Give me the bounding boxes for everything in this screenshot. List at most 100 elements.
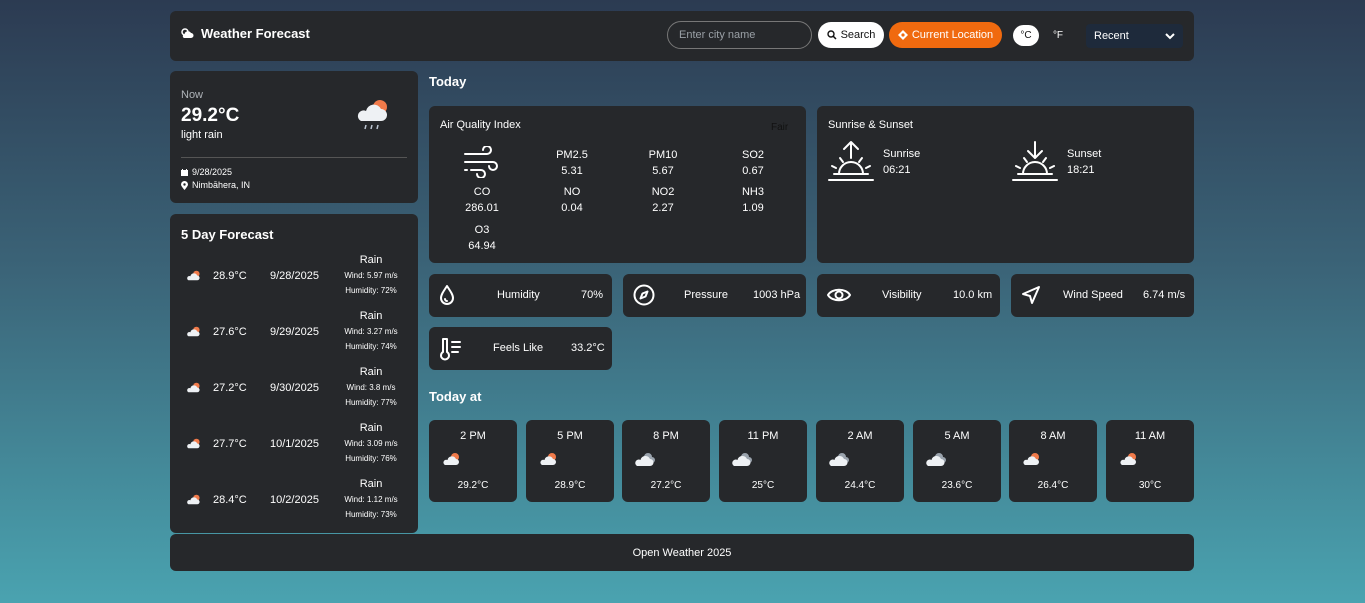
visibility-card: Visibility 10.0 km bbox=[817, 274, 1000, 317]
forecast-temp: 27.6°C bbox=[213, 326, 247, 338]
date-row: 9/28/2025 bbox=[181, 167, 232, 177]
aqi-item: PM2.5 5.31 bbox=[542, 147, 602, 179]
wind-speed-card: Wind Speed 6.74 m/s bbox=[1011, 274, 1194, 317]
footer-text: Open Weather 2025 bbox=[632, 546, 732, 559]
forecast-wind: Wind: 3.27 m/s bbox=[344, 327, 398, 336]
fahrenheit-toggle[interactable]: °F bbox=[1047, 25, 1069, 46]
forecast-row: 27.6°C 9/29/2025 Rain Wind: 3.27 m/s Humidit… bbox=[170, 308, 418, 364]
header-bar: Weather Forecast Search Current Location… bbox=[170, 11, 1194, 61]
forecast-date: 9/29/2025 bbox=[270, 326, 319, 338]
humidity-label: Humidity bbox=[497, 289, 540, 301]
sun-cloud-icon bbox=[1119, 451, 1139, 467]
search-button[interactable]: Search bbox=[818, 22, 884, 48]
hour-temp: 24.4°C bbox=[844, 480, 876, 491]
sunrise-sunset-card: Sunrise & Sunset Sunrise 06:21 Sunset 18… bbox=[817, 106, 1194, 263]
hour-time: 2 AM bbox=[847, 430, 873, 442]
hour-temp: 28.9°C bbox=[554, 480, 586, 491]
hourly-card: 8 AM 26.4°C bbox=[1009, 420, 1097, 502]
wind-speed-label: Wind Speed bbox=[1063, 289, 1123, 301]
hour-time: 5 PM bbox=[557, 430, 583, 442]
forecast-condition: Rain bbox=[359, 310, 383, 322]
chevron-down-icon bbox=[1165, 32, 1175, 40]
forecast-temp: 28.9°C bbox=[213, 270, 247, 282]
humidity-value: 70% bbox=[581, 289, 604, 301]
sunset-icon bbox=[1010, 140, 1060, 184]
sun-cloud-icon bbox=[1022, 451, 1042, 467]
aqi-item: SO2 0.67 bbox=[723, 147, 783, 179]
aqi-item: CO 286.01 bbox=[452, 184, 512, 216]
search-input[interactable] bbox=[667, 21, 812, 49]
forecast-humidity: Humidity: 73% bbox=[345, 510, 397, 519]
eye-icon bbox=[827, 285, 851, 305]
current-location-label: Current Location bbox=[911, 29, 994, 41]
current-temperature: 29.2°C bbox=[181, 105, 240, 126]
forecast-wind: Wind: 5.97 m/s bbox=[344, 271, 398, 280]
compass-icon bbox=[633, 284, 655, 306]
hourly-card: 11 AM 30°C bbox=[1106, 420, 1194, 502]
current-weather-card: Now 29.2°C light rain 9/28/2025 Nimbāher… bbox=[170, 71, 418, 203]
forecast-humidity: Humidity: 74% bbox=[345, 342, 397, 351]
aqi-item-name: CO bbox=[473, 186, 491, 198]
rain-cloud-icon bbox=[355, 97, 393, 133]
pressure-value: 1003 hPa bbox=[753, 289, 801, 301]
aqi-item-value: 5.31 bbox=[561, 165, 583, 177]
humidity-card: Humidity 70% bbox=[429, 274, 612, 317]
search-icon bbox=[826, 30, 837, 40]
sun-cloud-icon bbox=[186, 493, 202, 506]
five-day-forecast-card: 5 Day Forecast 28.9°C 9/28/2025 Rain Wind: … bbox=[170, 214, 418, 533]
location-target-icon bbox=[897, 30, 908, 40]
aqi-item: PM10 5.67 bbox=[633, 147, 693, 179]
sunset-label: Sunset bbox=[1067, 148, 1102, 160]
aqi-item-name: NO bbox=[563, 186, 581, 198]
pressure-label: Pressure bbox=[684, 289, 729, 301]
sun-title: Sunrise & Sunset bbox=[828, 119, 913, 131]
current-location-button[interactable]: Current Location bbox=[889, 22, 1002, 48]
sunrise-time: 06:21 bbox=[883, 164, 911, 176]
sunrise-icon bbox=[826, 140, 876, 184]
forecast-date: 9/30/2025 bbox=[270, 382, 319, 394]
sun-cloud-icon bbox=[186, 381, 202, 394]
aqi-item-name: NO2 bbox=[651, 186, 675, 198]
recent-select-label: Recent bbox=[1094, 30, 1129, 42]
wind-icon bbox=[463, 146, 499, 178]
feels-like-value: 33.2°C bbox=[571, 342, 605, 354]
water-drop-icon bbox=[439, 284, 455, 306]
forecast-condition: Rain bbox=[359, 478, 383, 490]
navigation-arrow-icon bbox=[1021, 285, 1041, 305]
hour-temp: 26.4°C bbox=[1037, 480, 1069, 491]
forecast-wind: Wind: 3.09 m/s bbox=[344, 439, 398, 448]
aqi-item-value: 1.09 bbox=[742, 202, 764, 214]
forecast-condition: Rain bbox=[359, 366, 383, 378]
weather-logo-icon bbox=[180, 27, 195, 40]
location-row: Nimbāhera, IN bbox=[181, 180, 250, 190]
hour-time: 2 PM bbox=[460, 430, 486, 442]
aqi-item-name: O3 bbox=[474, 224, 490, 236]
aqi-item: NO 0.04 bbox=[542, 184, 602, 216]
feels-like-label: Feels Like bbox=[493, 342, 544, 354]
sun-cloud-icon bbox=[186, 269, 202, 282]
recent-select[interactable]: Recent bbox=[1086, 24, 1183, 48]
wind-speed-value: 6.74 m/s bbox=[1143, 289, 1186, 301]
aqi-item-value: 0.67 bbox=[742, 165, 764, 177]
hour-temp: 25°C bbox=[751, 480, 775, 491]
aqi-item-name: NH3 bbox=[741, 186, 764, 198]
aqi-item: NH3 1.09 bbox=[723, 184, 783, 216]
forecast-temp: 27.7°C bbox=[213, 438, 247, 450]
hourly-card: 5 AM 23.6°C bbox=[913, 420, 1001, 502]
cloud-icon bbox=[829, 451, 853, 467]
aqi-item-value: 64.94 bbox=[468, 240, 496, 252]
aqi-item-name: SO2 bbox=[741, 149, 764, 161]
hour-time: 8 AM bbox=[1040, 430, 1066, 442]
celsius-toggle[interactable]: °C bbox=[1013, 25, 1039, 46]
aqi-item: O3 64.94 bbox=[452, 222, 512, 254]
cloud-icon bbox=[732, 451, 756, 467]
aqi-title: Air Quality Index bbox=[440, 119, 521, 131]
air-quality-card: Air Quality Index Fair PM2.5 5.31 PM10 5.67… bbox=[429, 106, 806, 263]
forecast-wind: Wind: 1.12 m/s bbox=[344, 495, 398, 504]
app-title: Weather Forecast bbox=[201, 26, 310, 41]
forecast-humidity: Humidity: 72% bbox=[345, 286, 397, 295]
hourly-card: 11 PM 25°C bbox=[719, 420, 807, 502]
cloud-icon bbox=[635, 451, 659, 467]
forecast-condition: Rain bbox=[359, 422, 383, 434]
cloud-icon bbox=[926, 451, 950, 467]
